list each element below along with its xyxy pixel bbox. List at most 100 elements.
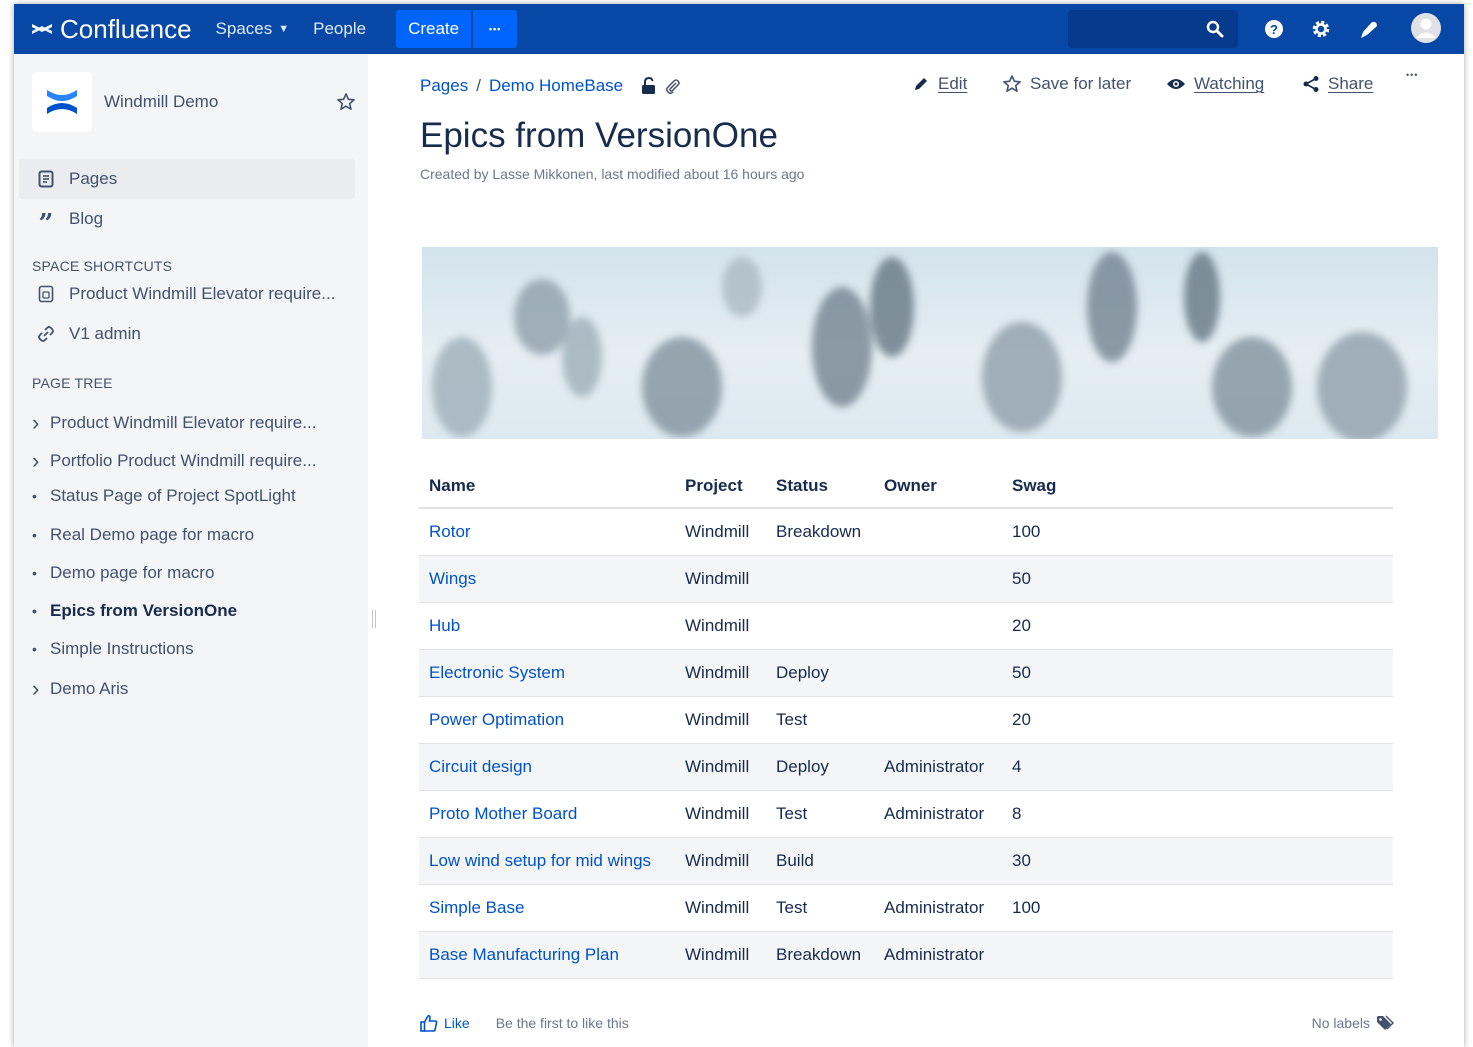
page-title: Epics from VersionOne <box>420 116 778 155</box>
help-icon[interactable]: ? <box>1261 16 1287 42</box>
table-row: Power Optimation Windmill Test 20 <box>419 696 1393 744</box>
sidebar-item-pages[interactable]: Pages <box>19 159 355 199</box>
status-cell: Breakdown <box>766 931 874 979</box>
header-banner-image <box>422 247 1438 439</box>
labels-area[interactable]: No labels <box>1312 1015 1394 1031</box>
share-button[interactable]: Share <box>1302 74 1373 94</box>
epic-name-link[interactable]: Proto Mother Board <box>419 790 675 838</box>
tree-item-label: Real Demo page for macro <box>50 525 255 544</box>
edit-label: Edit <box>938 74 968 93</box>
save-label: Save for later <box>1030 74 1132 93</box>
chevron-right-icon[interactable]: › <box>32 410 50 436</box>
project-cell: Windmill <box>675 649 766 697</box>
confluence-logo[interactable]: Confluence <box>30 14 192 45</box>
shortcut-product-windmill[interactable]: Product Windmill Elevator require... <box>19 274 355 314</box>
notifications-icon[interactable] <box>1357 16 1383 42</box>
status-cell: Build <box>766 837 874 885</box>
status-cell: Deploy <box>766 649 874 697</box>
column-header-project[interactable]: Project <box>675 464 766 509</box>
column-header-status[interactable]: Status <box>766 464 874 509</box>
tree-item[interactable]: • Demo page for macro <box>32 563 214 583</box>
table-row: Circuit design Windmill Deploy Administr… <box>419 743 1393 791</box>
like-button[interactable]: Like <box>420 1014 470 1032</box>
page-byline: Created by Lasse Mikkonen, last modified… <box>420 166 805 182</box>
more-icon: ••• <box>488 24 502 34</box>
status-cell: Test <box>766 790 874 838</box>
space-name[interactable]: Windmill Demo <box>104 92 336 112</box>
table-header-row: Name Project Status Owner Swag <box>419 464 1393 509</box>
spaces-menu[interactable]: Spaces ▼ <box>216 19 290 39</box>
epic-name-link[interactable]: Rotor <box>419 508 675 556</box>
status-cell: Deploy <box>766 743 874 791</box>
eye-icon <box>1167 79 1185 89</box>
share-label: Share <box>1328 74 1374 93</box>
tag-icon <box>1377 1015 1394 1030</box>
column-header-owner[interactable]: Owner <box>874 464 1002 509</box>
epic-name-link[interactable]: Wings <box>419 555 675 603</box>
tree-item-label: Epics from VersionOne <box>50 601 238 620</box>
more-actions-button[interactable]: ••• <box>1406 70 1418 80</box>
epic-name-link[interactable]: Simple Base <box>419 884 675 932</box>
tree-item[interactable]: • Real Demo page for macro <box>32 525 254 545</box>
page-actions: Edit Save for later Watching Share ••• <box>368 70 1464 102</box>
tree-item[interactable]: › Product Windmill Elevator require... <box>32 410 316 436</box>
tree-item-label: Status Page of Project SpotLight <box>50 486 296 505</box>
crowd-image <box>432 252 1407 439</box>
bullet-icon: • <box>32 527 37 543</box>
tree-item[interactable]: • Simple Instructions <box>32 639 194 659</box>
edit-button[interactable]: Edit <box>912 74 967 94</box>
blog-icon: ” <box>38 209 54 239</box>
owner-cell: Administrator <box>874 790 1002 838</box>
chevron-right-icon[interactable]: › <box>32 676 50 702</box>
epic-name-link[interactable]: Low wind setup for mid wings <box>419 837 675 885</box>
watching-button[interactable]: Watching <box>1166 74 1264 94</box>
pages-icon <box>35 170 57 188</box>
epic-name-link[interactable]: Base Manufacturing Plan <box>419 931 675 979</box>
page-footer: Like Be the first to like this No labels <box>420 1014 1394 1032</box>
chevron-right-icon[interactable]: › <box>32 448 50 474</box>
tree-item[interactable]: • Status Page of Project SpotLight <box>32 486 296 506</box>
space-logo[interactable] <box>32 72 92 132</box>
epic-name-link[interactable]: Electronic System <box>419 649 675 697</box>
table-row: Electronic System Windmill Deploy 50 <box>419 649 1393 697</box>
shortcut-v1-admin[interactable]: V1 admin <box>19 314 355 354</box>
epic-name-link[interactable]: Power Optimation <box>419 696 675 744</box>
chevron-down-icon: ▼ <box>278 23 290 35</box>
tree-item-label: Simple Instructions <box>50 639 194 658</box>
page-tree-heading: PAGE TREE <box>32 375 113 391</box>
owner-cell <box>874 555 1002 603</box>
sidebar-item-blog[interactable]: ” Blog <box>19 199 355 239</box>
confluence-logo-icon <box>32 24 52 34</box>
table-row: Low wind setup for mid wings Windmill Bu… <box>419 837 1393 885</box>
space-header: Windmill Demo <box>32 72 356 132</box>
settings-icon[interactable] <box>1308 16 1334 42</box>
epic-name-link[interactable]: Hub <box>419 602 675 650</box>
column-header-swag[interactable]: Swag <box>1002 464 1393 509</box>
create-more-button[interactable]: ••• <box>473 10 518 48</box>
status-cell: Test <box>766 884 874 932</box>
table-row: Hub Windmill 20 <box>419 602 1393 650</box>
create-button[interactable]: Create <box>396 10 472 48</box>
column-header-name[interactable]: Name <box>419 464 675 509</box>
star-icon[interactable] <box>336 92 356 112</box>
people-label: People <box>313 19 367 38</box>
avatar[interactable] <box>1410 12 1442 44</box>
tree-item-current[interactable]: • Epics from VersionOne <box>32 601 237 621</box>
swag-cell: 8 <box>1002 790 1393 838</box>
search-input[interactable] <box>1068 10 1238 48</box>
bullet-icon: • <box>32 641 37 657</box>
tree-item[interactable]: › Demo Aris <box>32 676 128 702</box>
swag-cell: 20 <box>1002 602 1393 650</box>
project-cell: Windmill <box>675 931 766 979</box>
save-for-later-button[interactable]: Save for later <box>1002 74 1131 94</box>
owner-cell: Administrator <box>874 884 1002 932</box>
tree-item-label: Portfolio Product Windmill require... <box>50 451 317 470</box>
share-icon <box>1303 76 1319 92</box>
people-link[interactable]: People <box>313 19 366 39</box>
epic-name-link[interactable]: Circuit design <box>419 743 675 791</box>
more-icon: ••• <box>1406 70 1419 80</box>
tree-item[interactable]: › Portfolio Product Windmill require... <box>32 448 316 474</box>
labels-text: No labels <box>1311 1015 1370 1031</box>
swag-cell: 100 <box>1002 884 1393 932</box>
status-cell: Breakdown <box>766 508 874 556</box>
